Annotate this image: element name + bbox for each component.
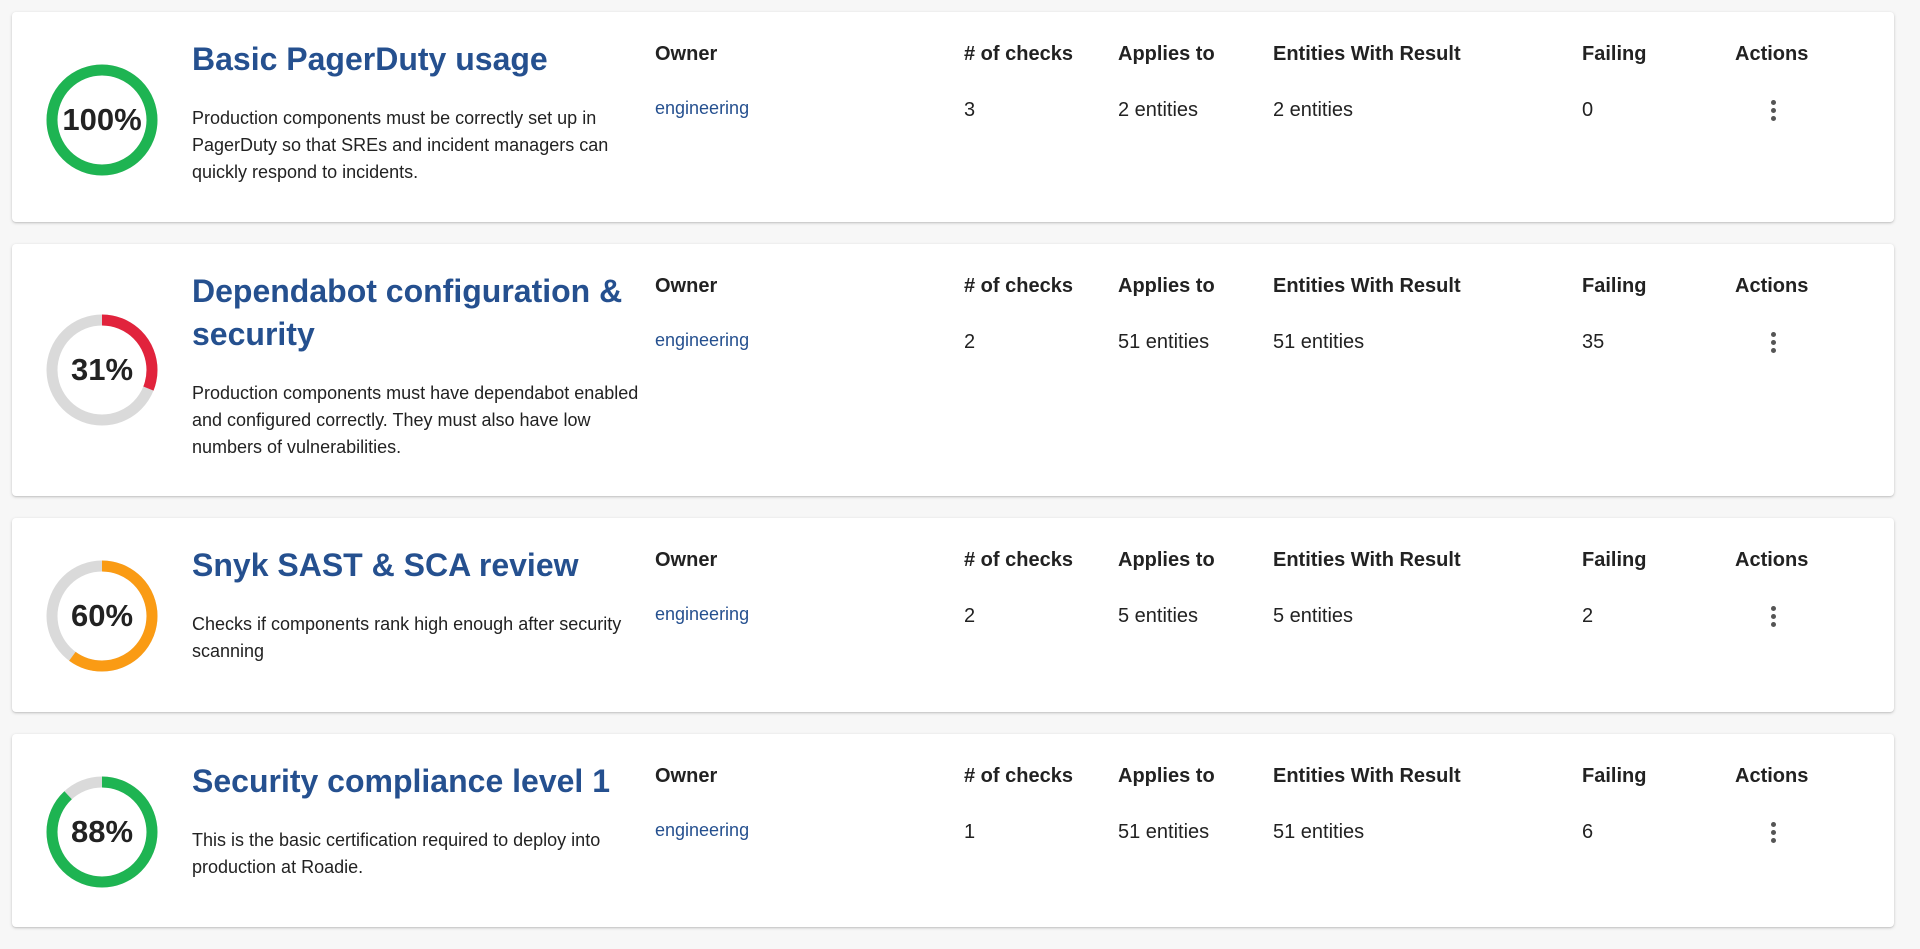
failing-header: Failing: [1582, 43, 1647, 65]
applies-header: Applies to: [1118, 549, 1215, 571]
entities-with-result-value: 51 entities: [1273, 821, 1365, 843]
owner-header: Owner: [655, 43, 718, 65]
owner-link[interactable]: engineering: [655, 818, 749, 842]
owner-link[interactable]: engineering: [655, 96, 749, 120]
more-vertical-icon[interactable]: [1760, 330, 1786, 360]
scorecard-title[interactable]: Dependabot configuration & security: [192, 270, 652, 356]
scorecard-card: 31% Dependabot configuration & security …: [12, 244, 1894, 496]
owner-header: Owner: [655, 549, 718, 571]
entities-with-result-value: 2 entities: [1273, 99, 1354, 121]
scorecard-title[interactable]: Security compliance level 1: [192, 760, 652, 803]
failing-count: 0: [1582, 99, 1594, 121]
applies-to-value: 2 entities: [1118, 99, 1199, 121]
score-ring: 88%: [46, 776, 158, 888]
failing-count: 2: [1582, 605, 1594, 627]
scorecard-description: Production components must have dependab…: [192, 383, 639, 457]
actions-header: Actions: [1735, 765, 1809, 787]
checks-header: # of checks: [964, 765, 1073, 787]
score-percent: 100%: [62, 102, 142, 137]
scorecard-list: 100% Basic PagerDuty usage Production co…: [12, 12, 1894, 949]
scorecard-title[interactable]: Snyk SAST & SCA review: [192, 544, 652, 587]
applies-to-value: 5 entities: [1118, 605, 1199, 627]
checks-header: # of checks: [964, 549, 1073, 571]
owner-header: Owner: [655, 275, 718, 297]
failing-count: 35: [1582, 331, 1605, 353]
failing-header: Failing: [1582, 275, 1647, 297]
applies-header: Applies to: [1118, 275, 1215, 297]
owner-link[interactable]: engineering: [655, 328, 749, 352]
scorecard-info: Basic PagerDuty usage Production compone…: [192, 38, 652, 186]
scorecard-title[interactable]: Basic PagerDuty usage: [192, 38, 652, 81]
checks-count: 2: [964, 331, 976, 353]
entities-header: Entities With Result: [1273, 43, 1461, 65]
failing-count: 6: [1582, 821, 1594, 843]
scorecard-description: Production components must be correctly …: [192, 108, 609, 182]
entities-header: Entities With Result: [1273, 549, 1461, 571]
more-vertical-icon[interactable]: [1760, 604, 1786, 634]
scorecard-card: 60% Snyk SAST & SCA review Checks if com…: [12, 518, 1894, 712]
entities-with-result-value: 5 entities: [1273, 605, 1354, 627]
more-vertical-icon[interactable]: [1760, 98, 1786, 128]
checks-count: 1: [964, 821, 976, 843]
score-percent: 88%: [70, 814, 134, 849]
actions-header: Actions: [1735, 275, 1809, 297]
checks-header: # of checks: [964, 43, 1073, 65]
scorecard-info: Security compliance level 1 This is the …: [192, 760, 652, 881]
scorecard-description: This is the basic certification required…: [192, 830, 601, 877]
scorecard-info: Snyk SAST & SCA review Checks if compone…: [192, 544, 652, 665]
scorecard-card: 88% Security compliance level 1 This is …: [12, 734, 1894, 927]
score-ring: 100%: [46, 64, 158, 176]
entities-with-result-value: 51 entities: [1273, 331, 1365, 353]
actions-header: Actions: [1735, 43, 1809, 65]
applies-header: Applies to: [1118, 765, 1215, 787]
scorecard-info: Dependabot configuration & security Prod…: [192, 270, 652, 461]
applies-header: Applies to: [1118, 43, 1215, 65]
failing-header: Failing: [1582, 549, 1647, 571]
applies-to-value: 51 entities: [1118, 331, 1210, 353]
scorecard-card: 100% Basic PagerDuty usage Production co…: [12, 12, 1894, 222]
entities-header: Entities With Result: [1273, 765, 1461, 787]
checks-count: 2: [964, 605, 976, 627]
score-percent: 31%: [70, 352, 134, 387]
checks-count: 3: [964, 99, 976, 121]
score-percent: 60%: [70, 598, 134, 633]
failing-header: Failing: [1582, 765, 1647, 787]
checks-header: # of checks: [964, 275, 1073, 297]
owner-link[interactable]: engineering: [655, 602, 749, 626]
score-ring: 31%: [46, 314, 158, 426]
applies-to-value: 51 entities: [1118, 821, 1210, 843]
scorecard-description: Checks if components rank high enough af…: [192, 614, 622, 661]
entities-header: Entities With Result: [1273, 275, 1461, 297]
score-ring: 60%: [46, 560, 158, 672]
owner-header: Owner: [655, 765, 718, 787]
actions-header: Actions: [1735, 549, 1809, 571]
more-vertical-icon[interactable]: [1760, 820, 1786, 850]
